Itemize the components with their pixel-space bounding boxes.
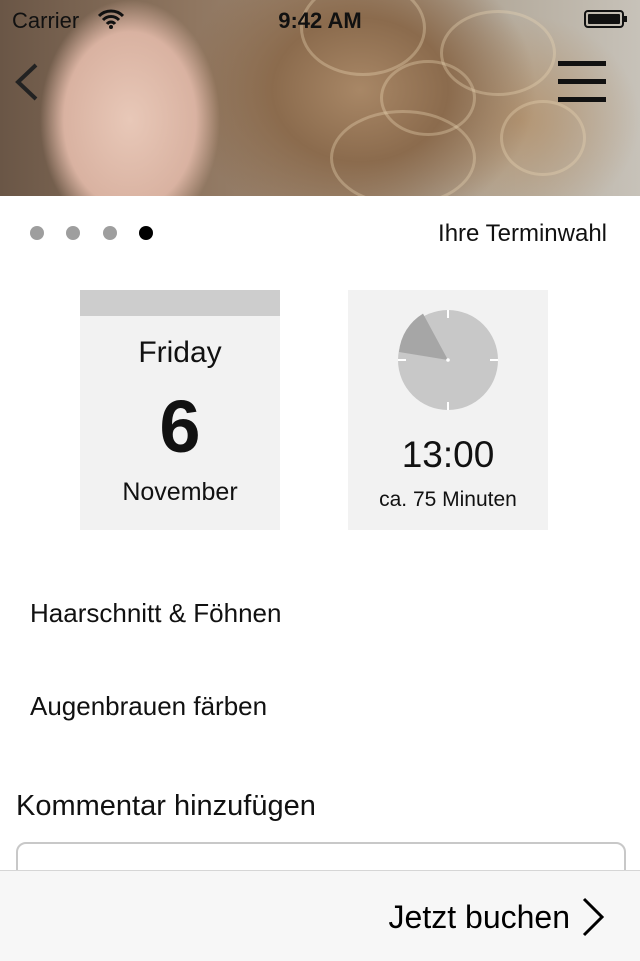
page-dot[interactable] [66, 226, 81, 240]
bottom-bar: Jetzt buchen [0, 870, 640, 961]
time-card[interactable]: 13:00 ca. 75 Minuten [348, 290, 548, 530]
page-dot[interactable] [30, 226, 44, 240]
chevron-left-icon[interactable] [12, 62, 42, 102]
battery-icon [584, 10, 627, 28]
page-indicator [30, 226, 171, 242]
chevron-right-icon [582, 897, 605, 937]
calendar-header-bar [80, 290, 280, 316]
appointment-time: 13:00 [401, 434, 495, 475]
page-dot-active[interactable] [139, 226, 154, 240]
appointment-duration: ca. 75 Minuten [379, 488, 517, 511]
hair-texture [500, 100, 586, 176]
hair-texture [330, 110, 476, 196]
clock-icon [398, 310, 498, 410]
hamburger-menu-icon[interactable] [556, 58, 608, 106]
date-weekday: Friday [138, 336, 222, 369]
date-day: 6 [159, 385, 201, 468]
date-month: November [122, 478, 238, 506]
service-item: Augenbrauen färben [30, 691, 268, 721]
status-time: 9:42 AM [278, 8, 362, 33]
hero-image: Carrier 9:42 AM [0, 0, 640, 196]
date-card[interactable]: Friday 6 November [80, 290, 280, 530]
status-bar: Carrier 9:42 AM [0, 0, 640, 40]
book-now-label: Jetzt buchen [388, 898, 570, 935]
comment-label: Kommentar hinzufügen [16, 790, 316, 822]
service-item: Haarschnitt & Föhnen [30, 598, 282, 628]
page-dot[interactable] [102, 226, 117, 240]
section-title: Ihre Terminwahl [438, 220, 607, 247]
book-now-button[interactable]: Jetzt buchen [389, 895, 606, 939]
